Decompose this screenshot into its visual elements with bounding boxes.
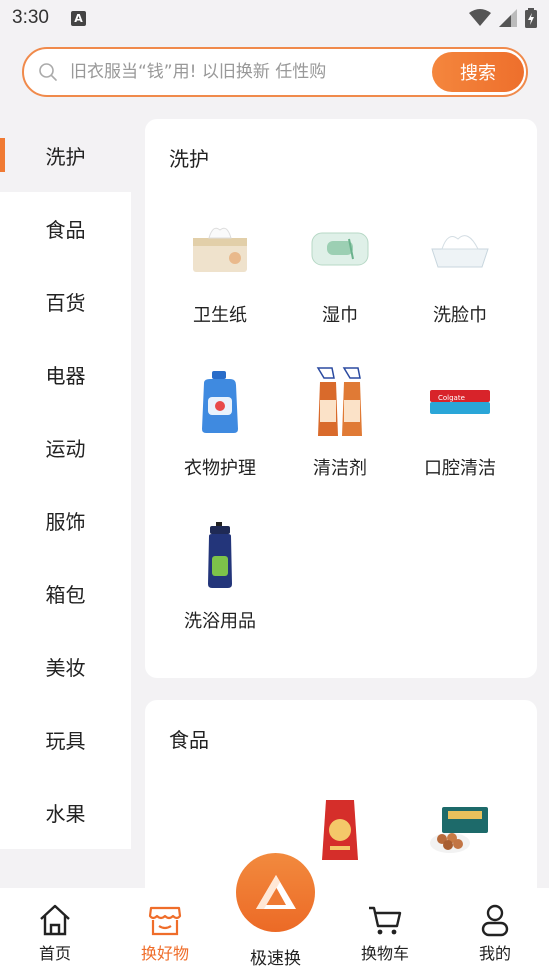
- search-bar: 搜索: [22, 47, 528, 97]
- sidebar-item-toys[interactable]: 玩具: [0, 703, 131, 776]
- sidebar-item-fruit[interactable]: 水果: [0, 776, 131, 849]
- quick-exchange-icon: [255, 874, 296, 909]
- category-sidebar: 洗护 食品 百货 电器 运动 服饰 箱包 美妆 玩具 水果: [0, 119, 131, 849]
- battery-icon: [525, 8, 537, 28]
- shampoo-bottle-icon: [180, 515, 260, 595]
- tissue-box-icon: [180, 209, 260, 289]
- search-input[interactable]: [70, 62, 420, 82]
- sidebar-item-beauty[interactable]: 美妆: [0, 630, 131, 703]
- detergent-bottle-icon: [180, 362, 260, 442]
- subcategory-wet-wipes[interactable]: 湿巾: [280, 209, 400, 349]
- nav-label: 首页: [38, 944, 71, 963]
- sidebar-item-food[interactable]: 食品: [0, 192, 131, 265]
- nut-gift-box-icon: [420, 790, 500, 870]
- wifi-icon: [469, 9, 491, 26]
- cart-icon: [369, 906, 402, 935]
- subcategory-laundry-care[interactable]: 衣物护理: [160, 362, 280, 502]
- rice-bag-icon: [300, 790, 380, 870]
- svg-text:Colgate: Colgate: [438, 394, 465, 402]
- toothpaste-icon: Colgate: [420, 362, 500, 442]
- section-title: 洗护: [169, 147, 209, 171]
- subcategory-face-towel[interactable]: 洗脸巾: [400, 209, 520, 349]
- sidebar-item-appliance[interactable]: 电器: [0, 338, 131, 411]
- item-label: 洗脸巾: [433, 305, 487, 326]
- category-section-washcare: 洗护 卫生纸 湿巾 洗脸巾 衣物护理 清洁剂 Colgate 口腔清洁 洗浴用品: [145, 119, 537, 678]
- nav-label: 换好物: [140, 944, 189, 963]
- nav-label: 我的: [478, 944, 511, 963]
- item-label: 卫生纸: [193, 305, 247, 326]
- sidebar-item-sports[interactable]: 运动: [0, 411, 131, 484]
- nav-exchange-goods[interactable]: 换好物: [125, 902, 205, 964]
- sidebar-item-general[interactable]: 百货: [0, 265, 131, 338]
- status-time: 3:30: [12, 7, 49, 28]
- spray-cleaner-icon: [300, 362, 380, 442]
- nav-label: 换物车: [360, 944, 409, 963]
- item-label: 口腔清洁: [424, 458, 496, 479]
- nav-home[interactable]: 首页: [15, 902, 95, 964]
- face-towel-icon: [420, 209, 500, 289]
- shop-icon: [148, 906, 182, 936]
- quick-exchange-button[interactable]: [236, 853, 315, 932]
- nav-mine[interactable]: 我的: [455, 902, 535, 964]
- status-icons: [469, 8, 537, 28]
- nav-cart[interactable]: 换物车: [345, 902, 425, 964]
- user-icon: [481, 904, 509, 937]
- section-title: 食品: [169, 728, 209, 752]
- item-label: 清洁剂: [313, 458, 367, 479]
- subcategory-oral-care[interactable]: Colgate 口腔清洁: [400, 362, 520, 502]
- subcategory-toilet-paper[interactable]: 卫生纸: [160, 209, 280, 349]
- sidebar-item-apparel[interactable]: 服饰: [0, 484, 131, 557]
- item-label: 湿巾: [322, 305, 358, 326]
- subcategory-bath-products[interactable]: 洗浴用品: [160, 515, 280, 655]
- search-icon: [39, 63, 57, 81]
- category-section-food: 食品: [145, 700, 537, 920]
- home-icon: [40, 904, 70, 936]
- notification-icon: A: [70, 10, 86, 26]
- signal-icon: [499, 9, 517, 27]
- sidebar-item-bags[interactable]: 箱包: [0, 557, 131, 630]
- item-label: 洗浴用品: [184, 611, 256, 632]
- wet-wipes-icon: [300, 209, 380, 289]
- item-label: 衣物护理: [184, 458, 256, 479]
- sidebar-item-washcare[interactable]: 洗护: [0, 119, 131, 192]
- status-bar: 3:30 A: [0, 0, 549, 36]
- quick-exchange-label: 极速换: [250, 949, 301, 969]
- search-button[interactable]: 搜索: [432, 52, 524, 92]
- subcategory-cleaner[interactable]: 清洁剂: [280, 362, 400, 502]
